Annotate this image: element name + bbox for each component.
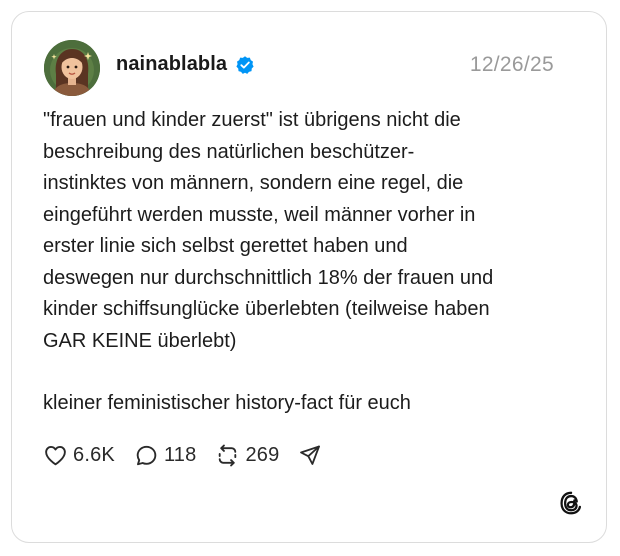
send-paper-plane-icon <box>300 445 321 465</box>
comment-bubble-icon <box>136 445 157 465</box>
avatar[interactable] <box>44 40 100 96</box>
verified-badge-icon <box>236 55 254 74</box>
share-button[interactable] <box>298 443 322 467</box>
post-paragraph-1: "frauen und kinder zuerst" ist übrigens … <box>43 109 494 352</box>
repost-arrows-icon <box>219 444 237 466</box>
like-button[interactable]: 6.6K <box>43 443 115 468</box>
like-count: 6.6K <box>73 443 115 466</box>
author-row: nainablabla <box>116 53 255 76</box>
action-bar: 6.6K 118 269 <box>43 441 341 469</box>
post-paragraph-2: kleiner feministischer history-fact für … <box>43 392 411 414</box>
username[interactable]: nainablabla <box>116 53 227 76</box>
heart-icon <box>45 445 66 465</box>
avatar-illustration <box>44 40 100 96</box>
post-date: 12/26/25 <box>469 53 554 76</box>
reply-button[interactable]: 118 <box>134 443 197 468</box>
threads-logo-icon <box>560 491 582 515</box>
post-text: "frauen und kinder zuerst" ist übrigens … <box>43 105 583 420</box>
reply-count: 118 <box>163 443 197 466</box>
repost-button[interactable]: 269 <box>215 443 279 468</box>
post-card: nainablabla 12/26/25 "frauen und kinder … <box>11 11 607 543</box>
repost-count: 269 <box>245 443 280 466</box>
